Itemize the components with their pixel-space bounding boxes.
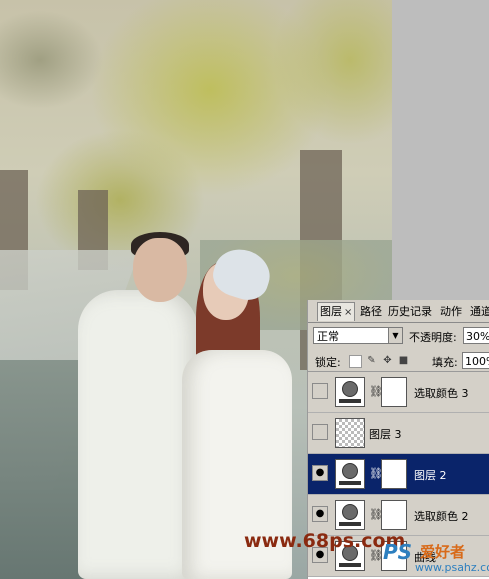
tab-label: 图层 <box>320 305 342 318</box>
layer-row[interactable]: 图层 3 <box>308 413 489 454</box>
move-icon[interactable]: ✥ <box>382 355 393 366</box>
tab-label: 动作 <box>440 305 462 318</box>
close-icon[interactable]: × <box>344 307 352 318</box>
blend-row: 正常 ▼ 不透明度: 30% <box>308 325 489 347</box>
tab-label: 路径 <box>360 305 382 318</box>
watermark-url: www.psahz.com <box>415 561 489 574</box>
chevron-down-icon[interactable]: ▼ <box>388 328 402 343</box>
layer-thumbnail <box>335 418 365 448</box>
visibility-toggle[interactable] <box>312 383 328 399</box>
tab-history[interactable]: 历史记录 <box>386 303 434 321</box>
blend-mode-select[interactable]: 正常 ▼ <box>313 327 403 344</box>
lock-row: 锁定: ✎ ✥ ■ 填充: 100% <box>308 349 489 372</box>
layer-row-selected[interactable]: ● ⛓ 图层 2 <box>308 454 489 495</box>
layer-name: 图层 3 <box>369 428 402 441</box>
panel-tabs: 图层× 路径 历史记录 动作 通道 <box>308 300 489 323</box>
lock-icon[interactable]: ■ <box>398 355 409 366</box>
tab-layers[interactable]: 图层 × <box>317 302 356 321</box>
visibility-toggle[interactable] <box>312 424 328 440</box>
tab-label: 历史记录 <box>388 305 432 318</box>
blend-mode-value: 正常 <box>317 330 339 343</box>
watermark-logo: PS <box>383 540 413 564</box>
tab-paths[interactable]: 路径 <box>358 303 384 321</box>
layer-mask-thumbnail[interactable] <box>381 500 407 530</box>
adjustment-thumbnail <box>335 500 365 530</box>
layer-name: 图层 2 <box>414 469 447 482</box>
layer-mask-thumbnail[interactable] <box>381 377 407 407</box>
watermark-logo-text: 爱好者 <box>420 543 466 561</box>
adjustment-thumbnail <box>335 377 365 407</box>
layer-row[interactable]: ⛓ 选取颜色 3 <box>308 372 489 413</box>
water <box>0 360 90 579</box>
watermark-site: www.68ps.com <box>244 530 406 552</box>
tab-actions[interactable]: 动作 <box>438 303 464 321</box>
groom-suit <box>78 290 198 579</box>
adjustment-thumbnail <box>335 459 365 489</box>
eye-icon[interactable]: ● <box>312 465 328 481</box>
eye-icon[interactable]: ● <box>312 506 328 522</box>
groom-head <box>133 238 187 302</box>
tab-label: 通道 <box>470 305 489 318</box>
lock-transparency-icon[interactable] <box>349 355 362 368</box>
lock-label: 锁定: <box>315 356 341 369</box>
fill-input[interactable]: 100% <box>462 352 489 369</box>
layer-name: 选取颜色 3 <box>414 387 469 400</box>
layer-mask-thumbnail[interactable] <box>381 459 407 489</box>
opacity-input[interactable]: 30% <box>463 327 489 344</box>
fill-label: 填充: <box>432 356 458 369</box>
layer-name: 选取颜色 2 <box>414 510 469 523</box>
tab-channels[interactable]: 通道 <box>468 303 489 321</box>
brush-icon[interactable]: ✎ <box>366 355 377 366</box>
opacity-label: 不透明度: <box>409 331 457 344</box>
workspace-background <box>392 0 489 300</box>
